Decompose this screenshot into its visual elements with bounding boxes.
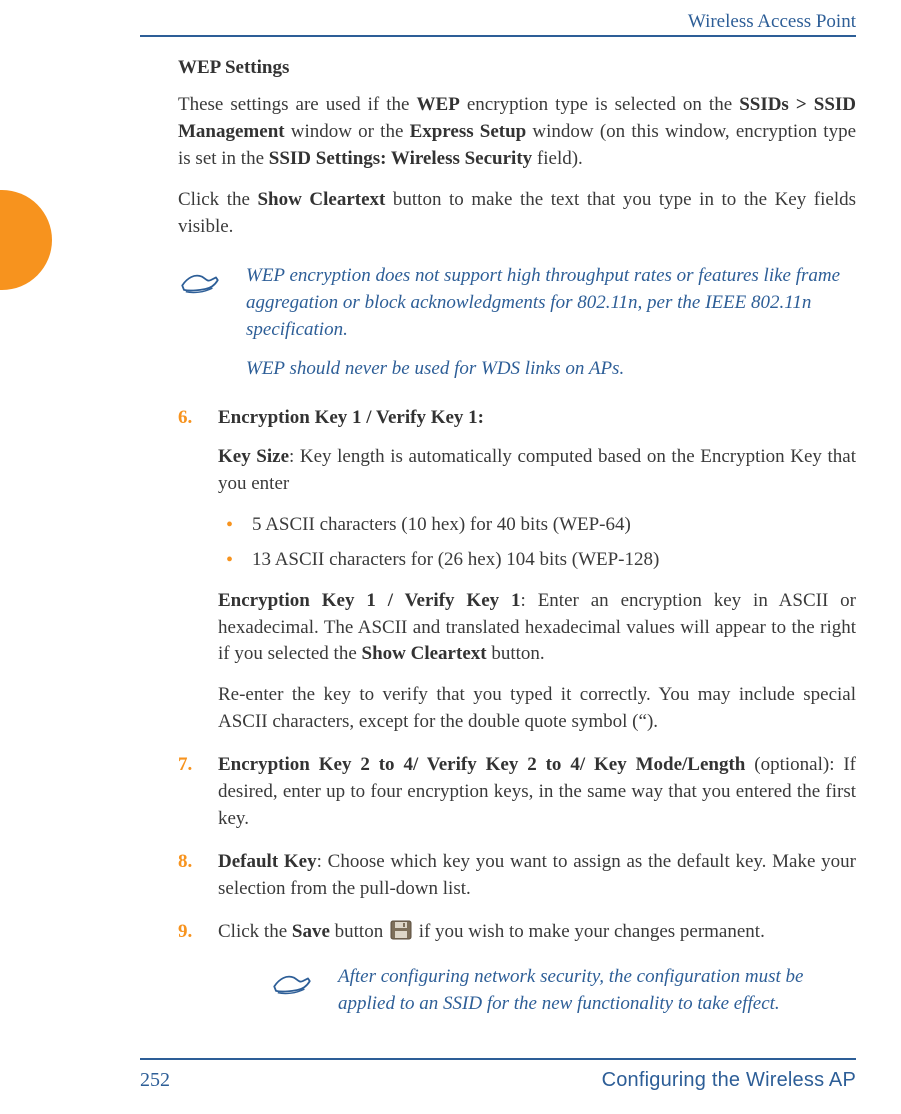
wep-label: WEP	[417, 94, 460, 115]
note-text-1: WEP encryption does not support high thr…	[246, 263, 856, 383]
text: button.	[487, 643, 545, 664]
page: Wireless Access Point WEP Settings These…	[0, 0, 901, 1114]
text: window or the	[285, 121, 410, 142]
numbered-list: 6. Encryption Key 1 / Verify Key 1: Key …	[178, 405, 856, 1018]
text: : Key length is automatically computed b…	[218, 446, 856, 494]
item-body: Key Size: Key length is automatically co…	[218, 444, 856, 737]
section-heading: WEP Settings	[178, 55, 856, 82]
text: Click the	[178, 189, 257, 210]
note-line: WEP should never be used for WDS links o…	[246, 356, 856, 383]
item-body: Click the Save button if you wish to mak…	[218, 921, 765, 942]
bullet-item: 5 ASCII characters (10 hex) for 40 bits …	[218, 512, 856, 539]
item-title: Encryption Key 1 / Verify Key 1:	[218, 407, 484, 428]
page-number: 252	[140, 1069, 170, 1092]
item-body: Default Key: Choose which key you want t…	[218, 849, 856, 903]
express-setup: Express Setup	[410, 121, 527, 142]
note-line: WEP encryption does not support high thr…	[246, 263, 856, 344]
body-content: WEP Settings These settings are used if …	[178, 55, 856, 1044]
encryption-key-label: Encryption Key 1 / Verify Key 1	[218, 590, 521, 611]
note-block-1: WEP encryption does not support high thr…	[178, 263, 856, 383]
item-number: 9.	[178, 919, 192, 946]
intro-paragraph-1: These settings are used if the WEP encry…	[178, 92, 856, 173]
bullet-list: 5 ASCII characters (10 hex) for 40 bits …	[218, 512, 856, 574]
text: encryption type is selected on the	[460, 94, 739, 115]
item-number: 6.	[178, 405, 192, 432]
side-tab	[0, 190, 52, 290]
note-line: After configuring network security, the …	[338, 964, 856, 1018]
list-item-9: 9. Click the Save button if you wish to …	[178, 919, 856, 1018]
ssid-settings-field: SSID Settings: Wireless Security	[269, 148, 532, 169]
note-block-2: After configuring network security, the …	[218, 964, 856, 1018]
text: These settings are used if the	[178, 94, 417, 115]
save-disk-icon	[390, 920, 412, 940]
text: if you wish to make your changes permane…	[414, 921, 765, 942]
reenter-paragraph: Re-enter the key to verify that you type…	[218, 682, 856, 736]
text: Click the	[218, 921, 292, 942]
footer-section: Configuring the Wireless AP	[602, 1069, 856, 1092]
note-hand-icon	[270, 966, 318, 1007]
item-number: 7.	[178, 752, 192, 779]
note-text-2: After configuring network security, the …	[338, 964, 856, 1018]
item-body: Encryption Key 2 to 4/ Verify Key 2 to 4…	[218, 752, 856, 833]
text: field).	[532, 148, 583, 169]
list-item-7: 7. Encryption Key 2 to 4/ Verify Key 2 t…	[178, 752, 856, 833]
encryption-key-paragraph: Encryption Key 1 / Verify Key 1: Enter a…	[218, 588, 856, 669]
save-label: Save	[292, 921, 330, 942]
key-size-label: Key Size	[218, 446, 289, 467]
note-hand-icon	[178, 265, 226, 306]
show-cleartext-label: Show Cleartext	[257, 189, 385, 210]
key-size-paragraph: Key Size: Key length is automatically co…	[218, 444, 856, 498]
bullet-item: 13 ASCII characters for (26 hex) 104 bit…	[218, 547, 856, 574]
item-title: Default Key	[218, 851, 317, 872]
list-item-6: 6. Encryption Key 1 / Verify Key 1: Key …	[178, 405, 856, 737]
list-item-8: 8. Default Key: Choose which key you wan…	[178, 849, 856, 903]
footer-rule	[140, 1058, 856, 1060]
show-cleartext-label: Show Cleartext	[362, 643, 487, 664]
running-header: Wireless Access Point	[688, 11, 856, 33]
item-title: Encryption Key 2 to 4/ Verify Key 2 to 4…	[218, 754, 745, 775]
header-rule	[140, 35, 856, 37]
item-number: 8.	[178, 849, 192, 876]
text: button	[330, 921, 388, 942]
intro-paragraph-2: Click the Show Cleartext button to make …	[178, 187, 856, 241]
